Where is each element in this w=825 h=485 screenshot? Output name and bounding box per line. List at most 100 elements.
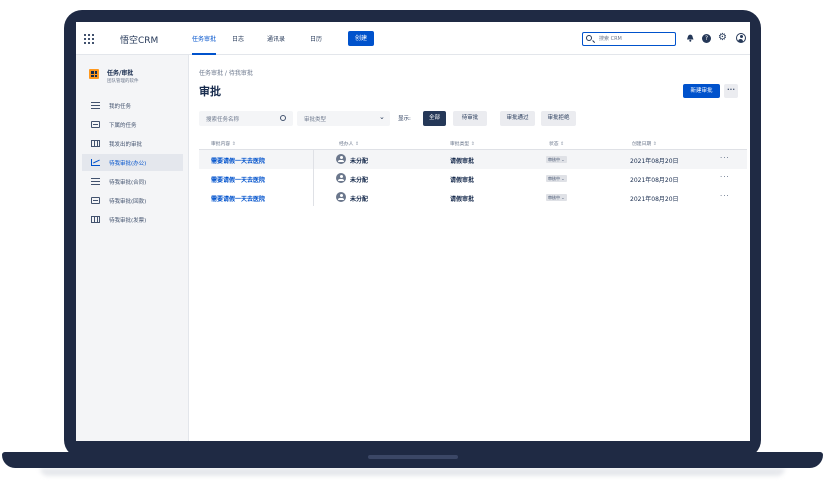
avatar-icon	[336, 173, 346, 183]
row-more-button[interactable]: ···	[720, 192, 730, 200]
approval-type-value: 请假审批	[450, 158, 475, 165]
project-icon	[89, 69, 99, 79]
created-date-value: 2021年08月20日	[630, 158, 679, 165]
sort-icon: ⇕	[560, 142, 565, 147]
column-resize-divider[interactable]	[313, 149, 314, 206]
column-header-label: 经办人	[339, 142, 354, 147]
column-header-label: 审批内容	[211, 142, 231, 147]
created-date-value: 2021年08月20日	[630, 196, 679, 203]
sidebar-item-pending-office[interactable]: 待我审批(办公)	[82, 154, 183, 171]
new-approval-button[interactable]: 新建审批	[683, 84, 720, 98]
sidebar-item-label: 待我审批(回款)	[109, 199, 147, 205]
avatar-icon	[336, 192, 346, 202]
sidebar-item-label: 我的任务	[109, 104, 132, 110]
laptop-shadow	[40, 468, 785, 476]
columns-icon	[91, 216, 100, 223]
sidebar-item-label: 待我审批(合同)	[109, 180, 147, 186]
row-more-button[interactable]: ···	[720, 173, 730, 181]
column-header-created-date[interactable]: 创建日期 ⇕	[632, 140, 657, 147]
nav-tab-task-approval[interactable]: 任务审批	[192, 34, 216, 43]
page-title: 审批	[199, 85, 221, 98]
approval-type-value: 请假审批	[450, 177, 475, 184]
approval-type-select[interactable]: 审批类型 ⌄	[297, 111, 390, 126]
column-header-content[interactable]: 审批内容 ⇕	[211, 140, 236, 147]
column-header-assignee[interactable]: 经办人 ⇕	[339, 140, 359, 147]
sidebar-item-my-tasks[interactable]: 我的任务	[82, 97, 183, 114]
show-filter-label: 显示:	[398, 116, 411, 122]
settings-gear-icon[interactable]: ⚙	[718, 33, 728, 43]
column-header-label: 审批类型	[450, 142, 470, 147]
assignee-value: 未分配	[350, 196, 369, 203]
sidebar-item-my-submitted-approvals[interactable]: 我发出的审批	[82, 135, 183, 152]
user-avatar-icon[interactable]	[736, 33, 746, 43]
project-subtitle: 团队管理的软件	[107, 79, 139, 84]
assignee-value: 未分配	[350, 158, 369, 165]
help-icon[interactable]: ?	[702, 34, 711, 43]
sort-icon: ⇕	[231, 142, 236, 147]
table-row[interactable]: 需要请假一天去医院 未分配 请假审批 审核中 ⌄ 2021年08月20日 ···	[199, 150, 747, 169]
nav-tab-log[interactable]: 日志	[232, 34, 244, 43]
sidebar-item-pending-payment[interactable]: 待我审批(回款)	[82, 192, 183, 209]
column-header-label: 创建日期	[632, 142, 652, 147]
active-tab-indicator	[192, 53, 216, 55]
sidebar-item-label: 下属的任务	[109, 123, 137, 129]
sidebar-item-subordinate-tasks[interactable]: 下属的任务	[82, 116, 183, 133]
sort-icon: ⇕	[652, 142, 657, 147]
table-row[interactable]: 需要请假一天去医院 未分配 请假审批 审核中 ⌄ 2021年08月20日 ···	[199, 169, 747, 188]
list-icon	[91, 102, 100, 109]
global-search-input[interactable]: 搜索 CRM	[582, 32, 676, 46]
status-badge[interactable]: 审核中 ⌄	[546, 175, 567, 182]
column-header-type[interactable]: 审批类型 ⇕	[450, 140, 475, 147]
filter-chip-all[interactable]: 全部	[423, 111, 446, 126]
filter-chip-pending[interactable]: 待审批	[453, 111, 487, 126]
column-header-label: 状态	[549, 142, 559, 147]
breadcrumb[interactable]: 任务审批 / 待我审批	[199, 68, 253, 77]
laptop-mockup: 悟空CRM 任务审批 日志 通讯录 日历 创建 搜索 CRM ? ⚙ 任务/审批…	[0, 0, 825, 485]
sidebar: 任务/审批 团队管理的软件 我的任务 下属的任务 我发出的审批 待我审批(办公)…	[76, 55, 189, 441]
nav-tab-calendar[interactable]: 日历	[310, 34, 322, 43]
top-nav-bar: 悟空CRM 任务审批 日志 通讯录 日历 创建 搜索 CRM ? ⚙	[76, 22, 750, 55]
sort-icon: ⇕	[354, 142, 359, 147]
chevron-down-icon: ⌄	[379, 113, 385, 121]
chart-icon	[91, 159, 100, 166]
sort-icon: ⇕	[470, 142, 475, 147]
sidebar-item-pending-contract[interactable]: 待我审批(合同)	[82, 173, 183, 190]
approval-content-link[interactable]: 需要请假一天去医院	[211, 194, 265, 203]
search-placeholder: 搜索 CRM	[599, 36, 622, 42]
more-actions-button[interactable]: ···	[724, 84, 738, 98]
notification-icon[interactable]	[685, 33, 695, 43]
document-icon	[91, 121, 100, 128]
status-badge[interactable]: 审核中 ⌄	[546, 194, 567, 201]
status-badge[interactable]: 审核中 ⌄	[546, 156, 567, 163]
approval-content-link[interactable]: 需要请假一天去医院	[211, 156, 265, 165]
search-icon	[280, 115, 286, 121]
document-icon	[91, 197, 100, 204]
columns-icon	[91, 140, 100, 147]
create-button[interactable]: 创建	[348, 31, 374, 46]
table-row[interactable]: 需要请假一天去医院 未分配 请假审批 审核中 ⌄ 2021年08月20日 ···	[199, 188, 747, 207]
filter-chip-approved[interactable]: 审批通过	[500, 111, 535, 126]
avatar-icon	[336, 154, 346, 164]
laptop-notch	[368, 455, 458, 459]
app-switcher-icon[interactable]	[84, 34, 94, 44]
task-search-input[interactable]: 搜索任务名称	[199, 111, 293, 126]
row-more-button[interactable]: ···	[720, 154, 730, 162]
sidebar-item-label: 我发出的审批	[109, 142, 143, 148]
project-title: 任务/审批	[107, 70, 134, 77]
column-header-status[interactable]: 状态 ⇕	[549, 140, 564, 147]
task-search-placeholder: 搜索任务名称	[206, 117, 240, 123]
approval-content-link[interactable]: 需要请假一天去医院	[211, 175, 265, 184]
assignee-value: 未分配	[350, 177, 369, 184]
approval-type-value: 请假审批	[450, 196, 475, 203]
created-date-value: 2021年08月20日	[630, 177, 679, 184]
search-icon	[586, 35, 592, 41]
app-screen: 悟空CRM 任务审批 日志 通讯录 日历 创建 搜索 CRM ? ⚙ 任务/审批…	[76, 22, 750, 441]
sidebar-item-label: 待我审批(办公)	[109, 161, 147, 167]
approval-type-placeholder: 审批类型	[304, 117, 327, 123]
nav-tab-contacts[interactable]: 通讯录	[267, 34, 285, 43]
list-icon	[91, 178, 100, 185]
app-title: 悟空CRM	[120, 36, 159, 46]
sidebar-item-label: 待我审批(发票)	[109, 218, 147, 224]
sidebar-item-pending-invoice[interactable]: 待我审批(发票)	[82, 211, 183, 228]
filter-chip-rejected[interactable]: 审批拒绝	[541, 111, 576, 126]
